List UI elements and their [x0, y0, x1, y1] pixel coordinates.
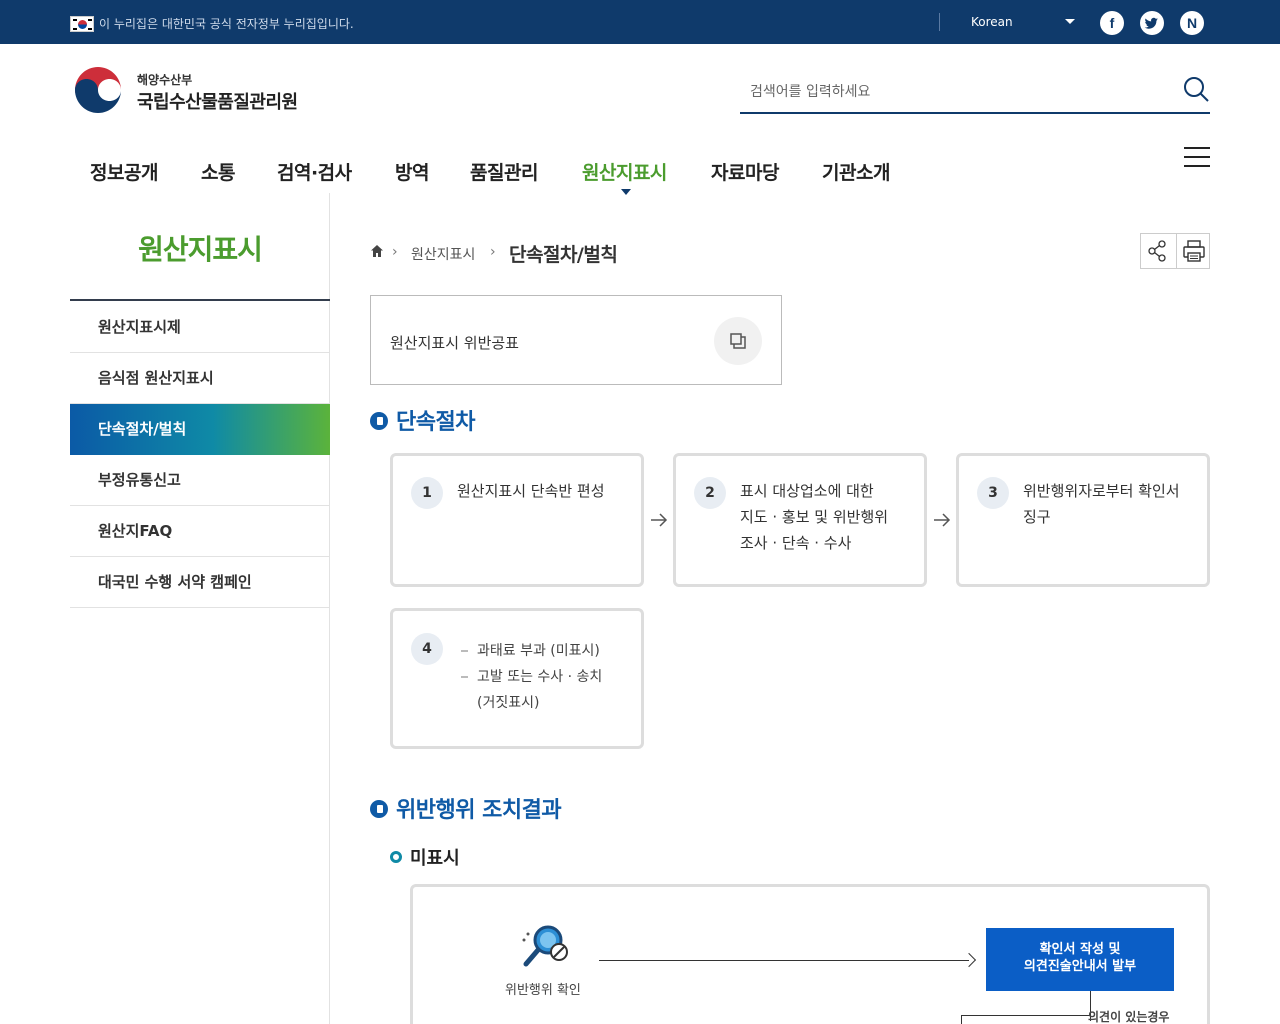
naver-icon[interactable]: N: [1180, 11, 1204, 35]
step-list: 과태료 부과 (미표시) 고발 또는 수사 · 송치 (거짓표시): [461, 638, 631, 716]
ministry-name: 해양수산부: [137, 73, 193, 87]
flow-box-line: 의견진술안내서 발부: [1023, 959, 1137, 974]
search-input[interactable]: [750, 80, 1170, 104]
step-card: 3 위반행위자로부터 확인서 징구: [956, 453, 1210, 587]
step-line: 위반행위자로부터 확인서: [1023, 482, 1180, 500]
menu-icon[interactable]: [1184, 147, 1210, 167]
flow-step-box: 확인서 작성 및 의견진술안내서 발부: [986, 928, 1174, 991]
page-title: 단속절차/벌칙: [509, 244, 618, 266]
gnb-item-inspection[interactable]: 검역·검사: [277, 158, 352, 185]
sidebar-item-report[interactable]: 부정유통신고: [70, 455, 330, 506]
sidebar-item-origin-system[interactable]: 원산지표시제: [70, 302, 330, 353]
chevron-down-icon[interactable]: [1065, 19, 1075, 24]
section-title-results: 위반행위 조치결과: [370, 792, 562, 824]
print-icon: [1183, 240, 1205, 262]
sidebar-item-faq[interactable]: 원산지FAQ: [70, 506, 330, 557]
gnb-item-disclosure[interactable]: 정보공개: [90, 158, 158, 185]
section-title-procedure: 단속절차: [370, 404, 475, 436]
arrow-head-icon: [961, 952, 977, 968]
government-logo[interactable]: [72, 64, 124, 116]
subsection-title-text: 미표시: [410, 848, 460, 869]
twitter-icon[interactable]: [1140, 11, 1164, 35]
section-title-text: 단속절차: [396, 410, 475, 435]
bullet-icon: [370, 800, 388, 818]
step-number: 1: [411, 477, 443, 509]
violation-announcement-link[interactable]: 원산지표시 위반공표: [370, 295, 782, 385]
active-indicator: [621, 189, 631, 195]
top-bar: 이 누리집은 대한민국 공식 전자정부 누리집입니다. Korean f N: [0, 0, 1280, 44]
flow-connector: [961, 1015, 1091, 1016]
gnb-item-resources[interactable]: 자료마당: [711, 158, 779, 185]
step-text: 위반행위자로부터 확인서 징구: [1023, 478, 1203, 530]
step-card: 2 표시 대상업소에 대한 지도 · 홍보 및 위반행위 조사 · 단속 · 수…: [673, 453, 927, 587]
step-line: 원산지표시 단속반 편성: [457, 482, 605, 500]
step-number: 4: [411, 633, 443, 665]
sidebar-item-campaign[interactable]: 대국민 수행 서약 캠페인: [70, 557, 330, 608]
tool-buttons: [1140, 233, 1210, 269]
sidebar-item-restaurant[interactable]: 음식점 원산지표시: [70, 353, 330, 404]
step-line: 조사 · 단속 · 수사: [740, 534, 852, 552]
gnb-item-quality[interactable]: 품질관리: [470, 158, 538, 185]
link-label: 원산지표시 위반공표: [390, 334, 519, 352]
chevron-right-icon: ›: [392, 244, 398, 260]
gnb-item-about[interactable]: 기관소개: [822, 158, 890, 185]
gov-notice: 이 누리집은 대한민국 공식 전자정부 누리집입니다.: [99, 17, 354, 31]
chevron-right-icon: ›: [490, 244, 496, 260]
flow-branch-label: 의견이 있는경우: [1088, 1010, 1170, 1024]
divider: [939, 13, 940, 31]
search-icon[interactable]: [1182, 75, 1210, 103]
magnifier-icon: [522, 925, 568, 967]
section-title-text: 위반행위 조치결과: [396, 798, 562, 823]
search-bar: [740, 70, 1210, 114]
subsection-title: 미표시: [390, 844, 460, 870]
facebook-icon[interactable]: f: [1100, 11, 1124, 35]
gnb-item-communication[interactable]: 소통: [201, 158, 235, 185]
language-select[interactable]: Korean: [971, 15, 1013, 29]
flow-diagram: 위반행위 확인 확인서 작성 및 의견진술안내서 발부 의견이 있는경우: [410, 884, 1210, 1024]
flow-connector: [599, 960, 969, 961]
step-line: 지도 · 홍보 및 위반행위: [740, 508, 889, 526]
step-card: 1 원산지표시 단속반 편성: [390, 453, 644, 587]
flow-connector: [961, 1015, 962, 1024]
step-card: 4 과태료 부과 (미표시) 고발 또는 수사 · 송치 (거짓표시): [390, 608, 644, 749]
bullet-circle-icon: [390, 851, 402, 863]
copy-icon: [714, 317, 762, 365]
flow-start-label: 위반행위 확인: [505, 983, 581, 998]
gnb-item-quarantine[interactable]: 방역: [395, 158, 429, 185]
bullet-icon: [370, 412, 388, 430]
step-text: 원산지표시 단속반 편성: [457, 478, 637, 504]
org-name[interactable]: 국립수산물품질관리원: [137, 88, 298, 114]
step-line: 징구: [1023, 508, 1051, 526]
list-item: 고발 또는 수사 · 송치: [461, 664, 631, 690]
share-icon: [1148, 240, 1166, 262]
step-number: 2: [694, 477, 726, 509]
flow-box-line: 확인서 작성 및: [1039, 942, 1121, 957]
step-number: 3: [977, 477, 1009, 509]
list-item: 과태료 부과 (미표시): [461, 638, 631, 664]
arrow-right-icon: [651, 513, 668, 527]
home-icon[interactable]: [370, 244, 384, 258]
sidebar-menu: 원산지표시제 음식점 원산지표시 단속절차/벌칙 부정유통신고 원산지FAQ 대…: [70, 302, 330, 608]
sidebar-item-enforcement[interactable]: 단속절차/벌칙: [70, 404, 330, 455]
step-line: 표시 대상업소에 대한: [740, 482, 874, 500]
print-button[interactable]: [1176, 234, 1210, 268]
sidebar-title: 원산지표시: [138, 233, 263, 266]
gnb-item-origin[interactable]: 원산지표시: [582, 158, 667, 185]
list-item: (거짓표시): [477, 695, 540, 711]
arrow-right-icon: [934, 513, 951, 527]
breadcrumb-level1[interactable]: 원산지표시: [411, 244, 475, 264]
divider: [70, 299, 330, 301]
korean-flag-icon: [70, 16, 94, 32]
share-button[interactable]: [1141, 234, 1175, 268]
step-text: 표시 대상업소에 대한 지도 · 홍보 및 위반행위 조사 · 단속 · 수사: [740, 478, 920, 556]
